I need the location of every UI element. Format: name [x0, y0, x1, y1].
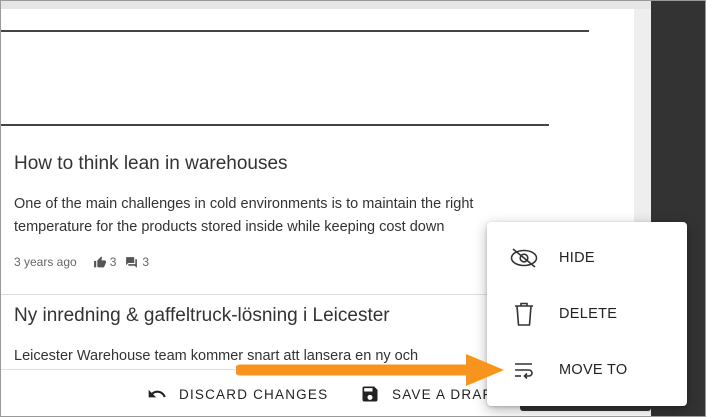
discard-changes-label: DISCARD CHANGES — [179, 386, 329, 402]
comments-count-group[interactable]: 3 — [124, 255, 149, 269]
menu-item-hide-label: HIDE — [559, 250, 595, 266]
top-strip — [0, 0, 706, 9]
eye-off-icon — [509, 243, 539, 273]
article-age: 3 years ago — [14, 255, 77, 269]
trash-icon — [509, 299, 539, 329]
pointer-arrow-annotation — [236, 354, 504, 386]
menu-item-move-to[interactable]: MOVE TO — [487, 342, 687, 398]
menu-item-delete[interactable]: DELETE — [487, 286, 687, 342]
wrap-text-icon — [509, 355, 539, 385]
comments-count: 3 — [142, 255, 150, 269]
editor-rule-bottom — [0, 124, 549, 126]
save-draft-label: SAVE A DRAFT — [392, 386, 502, 402]
menu-item-delete-label: DELETE — [559, 306, 618, 322]
comments-icon — [126, 256, 138, 268]
article-title[interactable]: How to think lean in warehouses — [14, 153, 634, 175]
thumbs-up-icon — [93, 256, 106, 267]
menu-item-move-to-label: MOVE TO — [559, 362, 628, 378]
article-context-menu: HIDE DELETE MOVE TO — [487, 222, 687, 406]
article-excerpt: One of the main challenges in cold envir… — [14, 196, 474, 235]
likes-count: 3 — [109, 255, 117, 269]
editor-rule-top — [0, 30, 589, 32]
likes-count-group[interactable]: 3 — [93, 255, 117, 269]
undo-icon — [148, 389, 166, 398]
menu-item-hide[interactable]: HIDE — [487, 230, 687, 286]
